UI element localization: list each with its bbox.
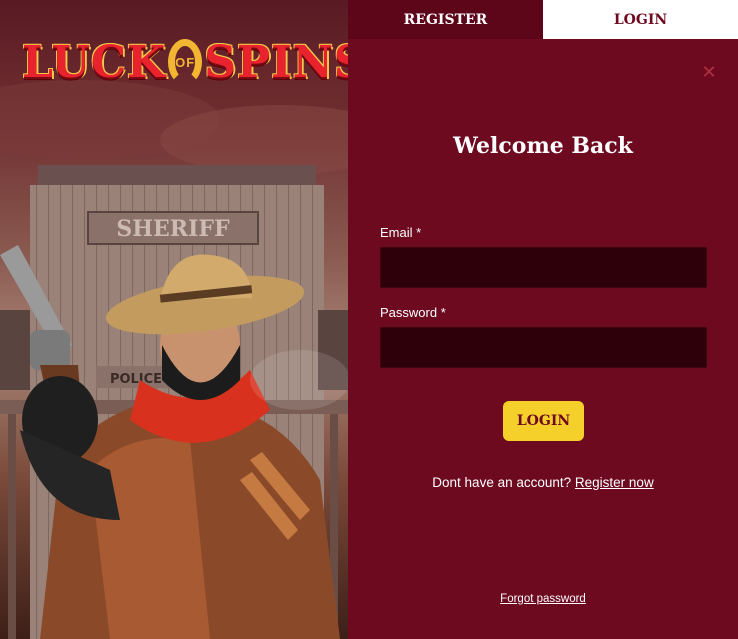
auth-panel: REGISTER LOGIN ✕ Welcome Back Email * Pa… xyxy=(348,0,738,639)
email-field[interactable] xyxy=(380,247,707,288)
hero-illustration: SHERIFF POLICE xyxy=(0,80,348,639)
horseshoe-icon: OF xyxy=(168,39,203,85)
password-field[interactable] xyxy=(380,327,707,368)
sheriff-sign-text: SHERIFF xyxy=(116,216,230,242)
forgot-password-link[interactable]: Forgot password xyxy=(348,593,738,605)
logo-text-of: OF xyxy=(175,54,196,70)
auth-tabs: REGISTER LOGIN xyxy=(348,0,738,39)
register-now-link[interactable]: Register now xyxy=(575,475,654,490)
tab-register[interactable]: REGISTER xyxy=(348,0,543,39)
police-sign-text: POLICE xyxy=(110,372,162,387)
brand-logo: LUCK OF SPINS xyxy=(22,32,348,92)
page-title: Welcome Back xyxy=(453,133,633,159)
password-label: Password * xyxy=(380,305,446,320)
close-icon[interactable]: ✕ xyxy=(700,63,718,81)
logo-text-spins: SPINS xyxy=(204,36,348,88)
hero-artwork: SHERIFF POLICE LUCK OF SPIN xyxy=(0,0,348,639)
logo-text-luck: LUCK xyxy=(22,36,167,88)
signup-prompt: Dont have an account? Register now xyxy=(348,475,738,490)
tab-login[interactable]: LOGIN xyxy=(543,0,738,39)
signup-prompt-text: Dont have an account? xyxy=(432,475,572,490)
email-label: Email * xyxy=(380,225,422,240)
roof xyxy=(38,165,316,187)
login-button[interactable]: LOGIN xyxy=(503,401,584,441)
